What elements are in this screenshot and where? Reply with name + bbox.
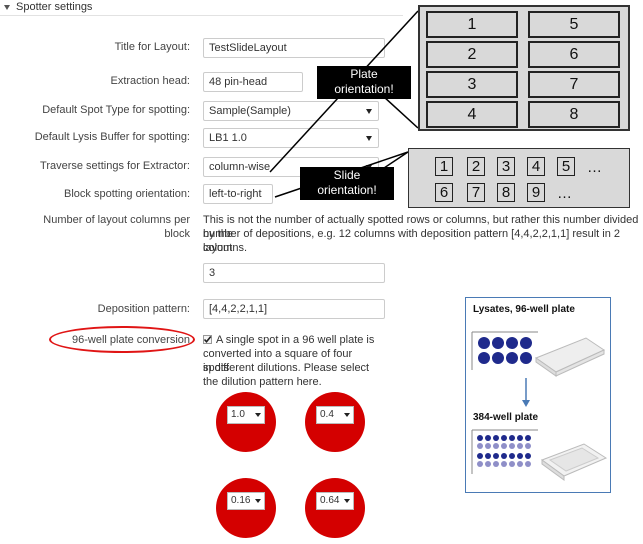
slide-cell: 7 <box>467 183 485 202</box>
well-plate-384-icon <box>471 429 538 474</box>
slide-cell: 4 <box>527 157 545 176</box>
plate-cell: 6 <box>528 41 620 68</box>
plate-cell: 2 <box>426 41 518 68</box>
plate-callout-line1: Plate <box>350 67 378 81</box>
slide-cell: 1 <box>435 157 453 176</box>
slide-cell: 6 <box>435 183 453 202</box>
slide-orientation-callout: Slide orientation! <box>300 167 394 200</box>
plate-grid-diagram: 1 5 2 6 3 7 4 8 <box>418 5 630 131</box>
slide-cell: 9 <box>527 183 545 202</box>
slide-grid-diagram: 1 2 3 4 5 … 6 7 8 9 … <box>408 148 630 208</box>
slide-cell: 2 <box>467 157 485 176</box>
slide-cell: 5 <box>557 157 575 176</box>
plate-callout-line2: orientation! <box>334 82 394 96</box>
arrow-down-icon <box>522 378 530 407</box>
well-plate-96-icon <box>471 331 538 370</box>
plate-cell: 4 <box>426 101 518 128</box>
plate-cell: 7 <box>528 71 620 98</box>
slide-callout-line1: Slide <box>333 168 361 182</box>
slide-ellipsis: … <box>587 159 602 176</box>
plate-cell: 8 <box>528 101 620 128</box>
plate-cell: 5 <box>528 11 620 38</box>
slide-callout-line2: orientation! <box>317 183 377 197</box>
slide-cell: 3 <box>497 157 515 176</box>
plate-orientation-callout: Plate orientation! <box>317 66 411 99</box>
slide-cell: 8 <box>497 183 515 202</box>
slide-ellipsis: … <box>557 185 572 202</box>
lysates-illustration <box>471 331 608 481</box>
microplate-image-icon <box>534 337 606 377</box>
microplate-384-image-icon <box>540 443 608 481</box>
plate-cell: 1 <box>426 11 518 38</box>
lysates-diagram-panel: Lysates, 96-well plate 384-well plate <box>465 297 611 493</box>
plate-cell: 3 <box>426 71 518 98</box>
